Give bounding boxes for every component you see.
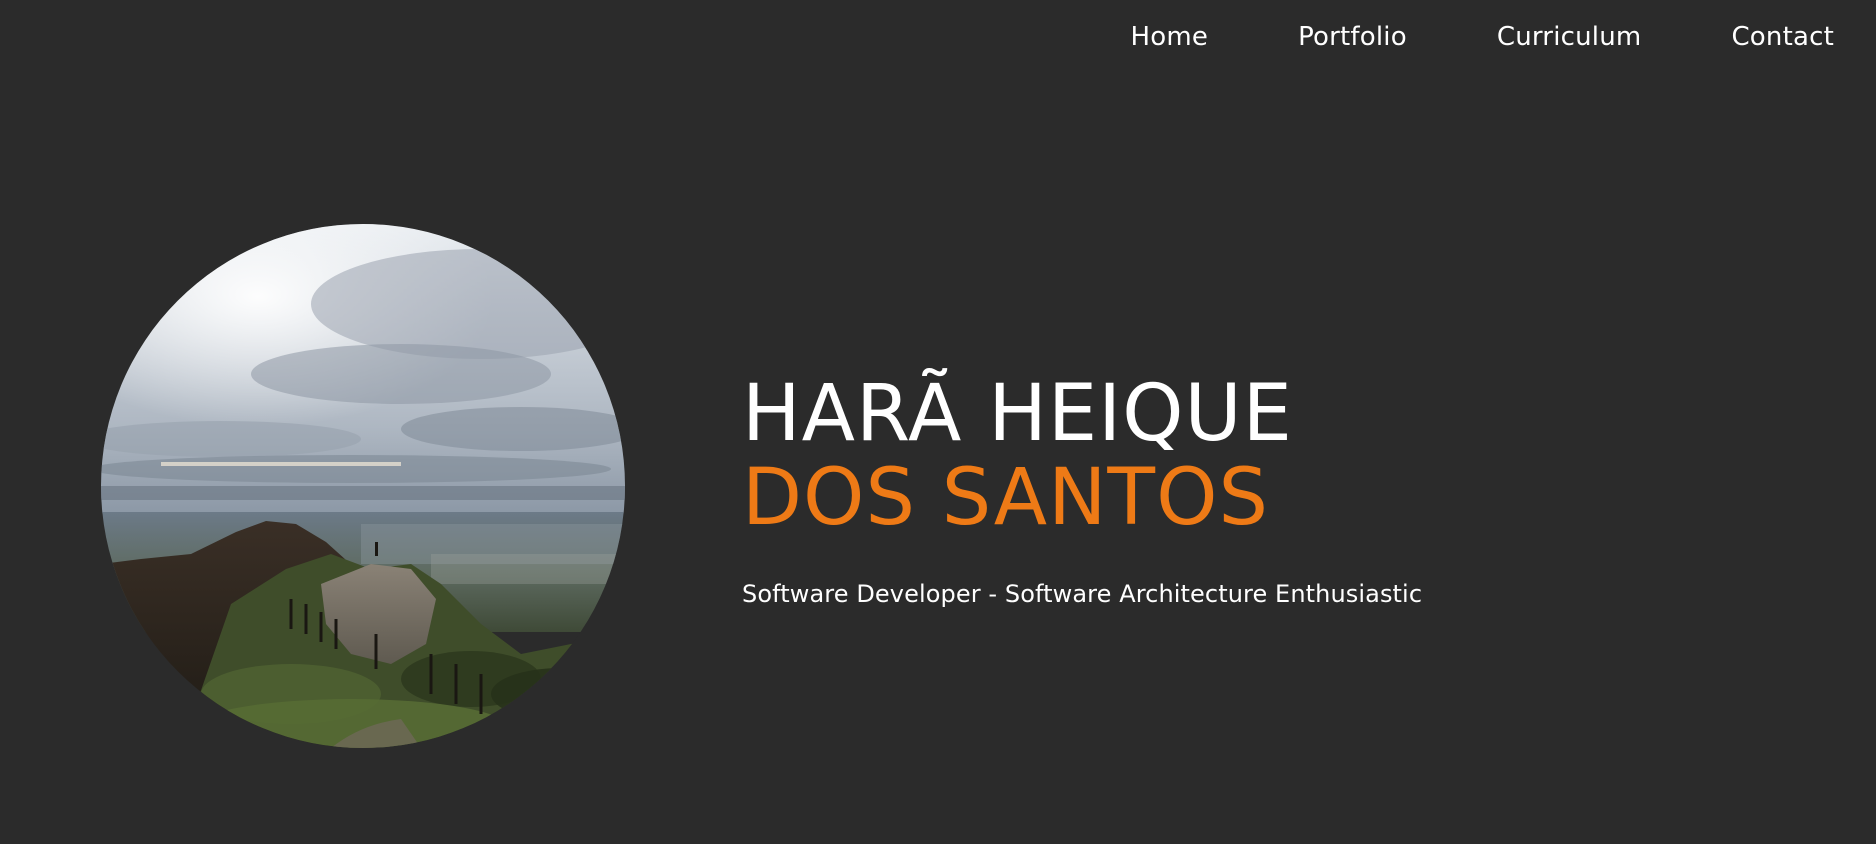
name-last-line: DOS SANTOS bbox=[742, 453, 1269, 543]
nav-link-contact[interactable]: Contact bbox=[1731, 22, 1834, 52]
mountain-landscape-image bbox=[101, 224, 625, 748]
nav-link-home[interactable]: Home bbox=[1130, 22, 1208, 52]
top-navigation: Home Portfolio Curriculum Contact bbox=[1130, 0, 1876, 74]
tagline: Software Developer - Software Architectu… bbox=[742, 580, 1423, 608]
nav-link-curriculum[interactable]: Curriculum bbox=[1497, 22, 1642, 52]
name-first-line: HARÃ HEIQUE bbox=[742, 369, 1293, 459]
profile-photo bbox=[101, 224, 625, 748]
nav-link-portfolio[interactable]: Portfolio bbox=[1298, 22, 1407, 52]
hero-section: HARÃ HEIQUE DOS SANTOS Software Develope… bbox=[742, 372, 1742, 608]
